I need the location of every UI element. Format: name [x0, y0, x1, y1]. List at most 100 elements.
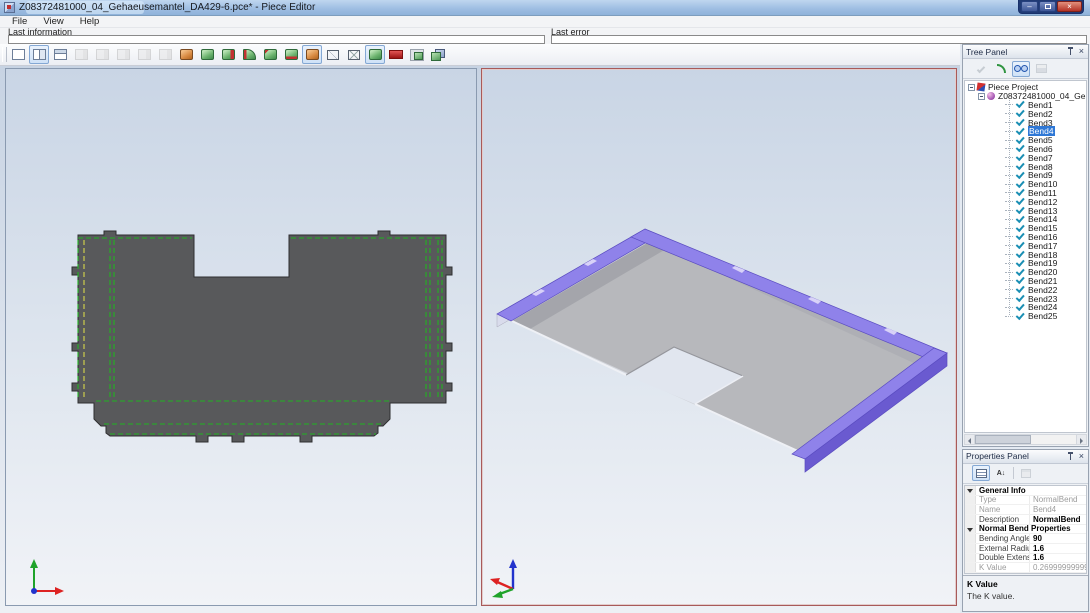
tree-node-bend24[interactable]: Bend24: [965, 303, 1086, 312]
tree-node-bend5[interactable]: Bend5: [965, 136, 1086, 145]
sort-alphabetical-button[interactable]: A↓: [992, 465, 1010, 481]
collapse-toggle-icon[interactable]: [978, 93, 985, 100]
scroll-left-arrow-icon[interactable]: [965, 435, 975, 444]
menu-file[interactable]: File: [4, 16, 35, 28]
three-d-viewport[interactable]: [481, 68, 957, 606]
tree-node-bend17[interactable]: Bend17: [965, 241, 1086, 250]
solid-orange-view-button[interactable]: [176, 45, 196, 64]
close-icon[interactable]: ×: [1078, 452, 1085, 461]
bend-icon: [1014, 260, 1026, 267]
property-row-bending-angle[interactable]: Bending Angle90: [965, 534, 1086, 544]
categorized-button[interactable]: [972, 465, 990, 481]
property-grid: General InfoTypeNormalBendNameBend4Descr…: [964, 485, 1087, 574]
view-horizontal-pane-button[interactable]: [50, 45, 70, 64]
pin-icon[interactable]: [1067, 47, 1074, 56]
property-value: 90: [1030, 534, 1086, 543]
tree-node-bend2[interactable]: Bend2: [965, 109, 1086, 118]
bend-green-red-icon: [243, 49, 256, 60]
tree-node-bend21[interactable]: Bend21: [965, 277, 1086, 286]
property-section-normal-bend-properties[interactable]: Normal Bend Properties: [965, 525, 1086, 535]
red-swatch-button[interactable]: [386, 45, 406, 64]
close-icon[interactable]: ×: [1078, 47, 1085, 56]
solid-green-view-button[interactable]: [197, 45, 217, 64]
property-row-name[interactable]: NameBend4: [965, 505, 1086, 515]
minimize-button[interactable]: –: [1021, 1, 1038, 12]
tree-node-bend6[interactable]: Bend6: [965, 145, 1086, 154]
tool-show-bends-button[interactable]: [1012, 61, 1030, 77]
close-button[interactable]: ×: [1057, 1, 1082, 12]
pin-icon[interactable]: [1067, 452, 1074, 461]
tree-node-bend9[interactable]: Bend9: [965, 171, 1086, 180]
tool-section-button[interactable]: [1032, 61, 1050, 77]
tree-node-bend10[interactable]: Bend10: [965, 180, 1086, 189]
tree-node-bend16[interactable]: Bend16: [965, 233, 1086, 242]
property-pages-button[interactable]: [1017, 465, 1035, 481]
menu-help[interactable]: Help: [72, 16, 108, 28]
tree-node-bend20[interactable]: Bend20: [965, 268, 1086, 277]
tree-node-bend4[interactable]: Bend4: [965, 127, 1086, 136]
tree-node-bend19[interactable]: Bend19: [965, 259, 1086, 268]
bend-green-red-button[interactable]: [239, 45, 259, 64]
tree-horizontal-scrollbar[interactable]: [964, 434, 1087, 445]
property-help-box: K Value The K value.: [963, 575, 1088, 611]
layout-d-icon: [138, 49, 151, 60]
collapse-toggle-icon[interactable]: [968, 84, 975, 91]
cube-green-red-base-button[interactable]: [281, 45, 301, 64]
restore-button[interactable]: [1039, 1, 1056, 12]
property-row-k-value[interactable]: K Value0.26999999999999691: [965, 563, 1086, 573]
cube-green-icon: [369, 49, 382, 60]
tree-node-bend14[interactable]: Bend14: [965, 215, 1086, 224]
view-layout-5-button[interactable]: [92, 45, 112, 64]
tree-node-bend1[interactable]: Bend1: [965, 101, 1086, 110]
tree-panel-toolbar: [963, 59, 1088, 79]
menu-bar: File View Help: [0, 16, 1090, 28]
tree-node-bend3[interactable]: Bend3: [965, 118, 1086, 127]
cube-green-active-button[interactable]: [365, 45, 385, 64]
last-error-input[interactable]: [551, 35, 1087, 44]
cube-green-red-edge-button[interactable]: [260, 45, 280, 64]
cube-pair-icon: [431, 49, 445, 61]
sort-az-icon: A↓: [997, 470, 1006, 477]
tree-node-bend15[interactable]: Bend15: [965, 224, 1086, 233]
property-row-description[interactable]: DescriptionNormalBend: [965, 515, 1086, 525]
cube-orange-active-button[interactable]: [302, 45, 322, 64]
view-two-pane-button[interactable]: [29, 45, 49, 64]
tree-node-bend22[interactable]: Bend22: [965, 285, 1086, 294]
layout-2-icon: [33, 49, 46, 60]
view-layout-4-button[interactable]: [71, 45, 91, 64]
view-layout-8-button[interactable]: [155, 45, 175, 64]
scrollbar-track[interactable]: [975, 435, 1076, 444]
tree-connector: [1005, 316, 1013, 317]
tree-node-bend25[interactable]: Bend25: [965, 312, 1086, 321]
view-layout-6-button[interactable]: [113, 45, 133, 64]
tree-node-bend7[interactable]: Bend7: [965, 153, 1086, 162]
property-row-external-radiu[interactable]: External Radiu1.6: [965, 544, 1086, 554]
cube-cross-button[interactable]: [344, 45, 364, 64]
tool-bend-button[interactable]: [992, 61, 1010, 77]
tree-node-bend13[interactable]: Bend13: [965, 206, 1086, 215]
tree-panel-header[interactable]: Tree Panel ×: [963, 45, 1088, 59]
layout-1-icon: [12, 49, 25, 60]
view-single-pane-button[interactable]: [8, 45, 28, 64]
cube-green-red-side-button[interactable]: [218, 45, 238, 64]
property-section-general-info[interactable]: General Info: [965, 486, 1086, 496]
framed-cube-button[interactable]: [407, 45, 427, 64]
tree-node-bend11[interactable]: Bend11: [965, 189, 1086, 198]
properties-panel-header[interactable]: Properties Panel ×: [963, 450, 1088, 464]
wireframe-cube-button[interactable]: [323, 45, 343, 64]
view-layout-7-button[interactable]: [134, 45, 154, 64]
last-information-input[interactable]: [8, 35, 545, 44]
flat-pattern-viewport[interactable]: [5, 68, 477, 606]
tree-node-bend8[interactable]: Bend8: [965, 162, 1086, 171]
scroll-right-arrow-icon[interactable]: [1076, 435, 1086, 444]
cube-pair-button[interactable]: [428, 45, 448, 64]
tool-check-button[interactable]: [972, 61, 990, 77]
tree-node-bend12[interactable]: Bend12: [965, 197, 1086, 206]
scrollbar-thumb[interactable]: [975, 435, 1031, 444]
tree-node-bend18[interactable]: Bend18: [965, 250, 1086, 259]
property-row-double-extens[interactable]: Double Extens1.6: [965, 554, 1086, 564]
tree-node-part[interactable]: Z08372481000_04_Gehaeusema: [965, 92, 1086, 101]
property-row-type[interactable]: TypeNormalBend: [965, 496, 1086, 506]
menu-view[interactable]: View: [35, 16, 71, 28]
tree-node-bend23[interactable]: Bend23: [965, 294, 1086, 303]
